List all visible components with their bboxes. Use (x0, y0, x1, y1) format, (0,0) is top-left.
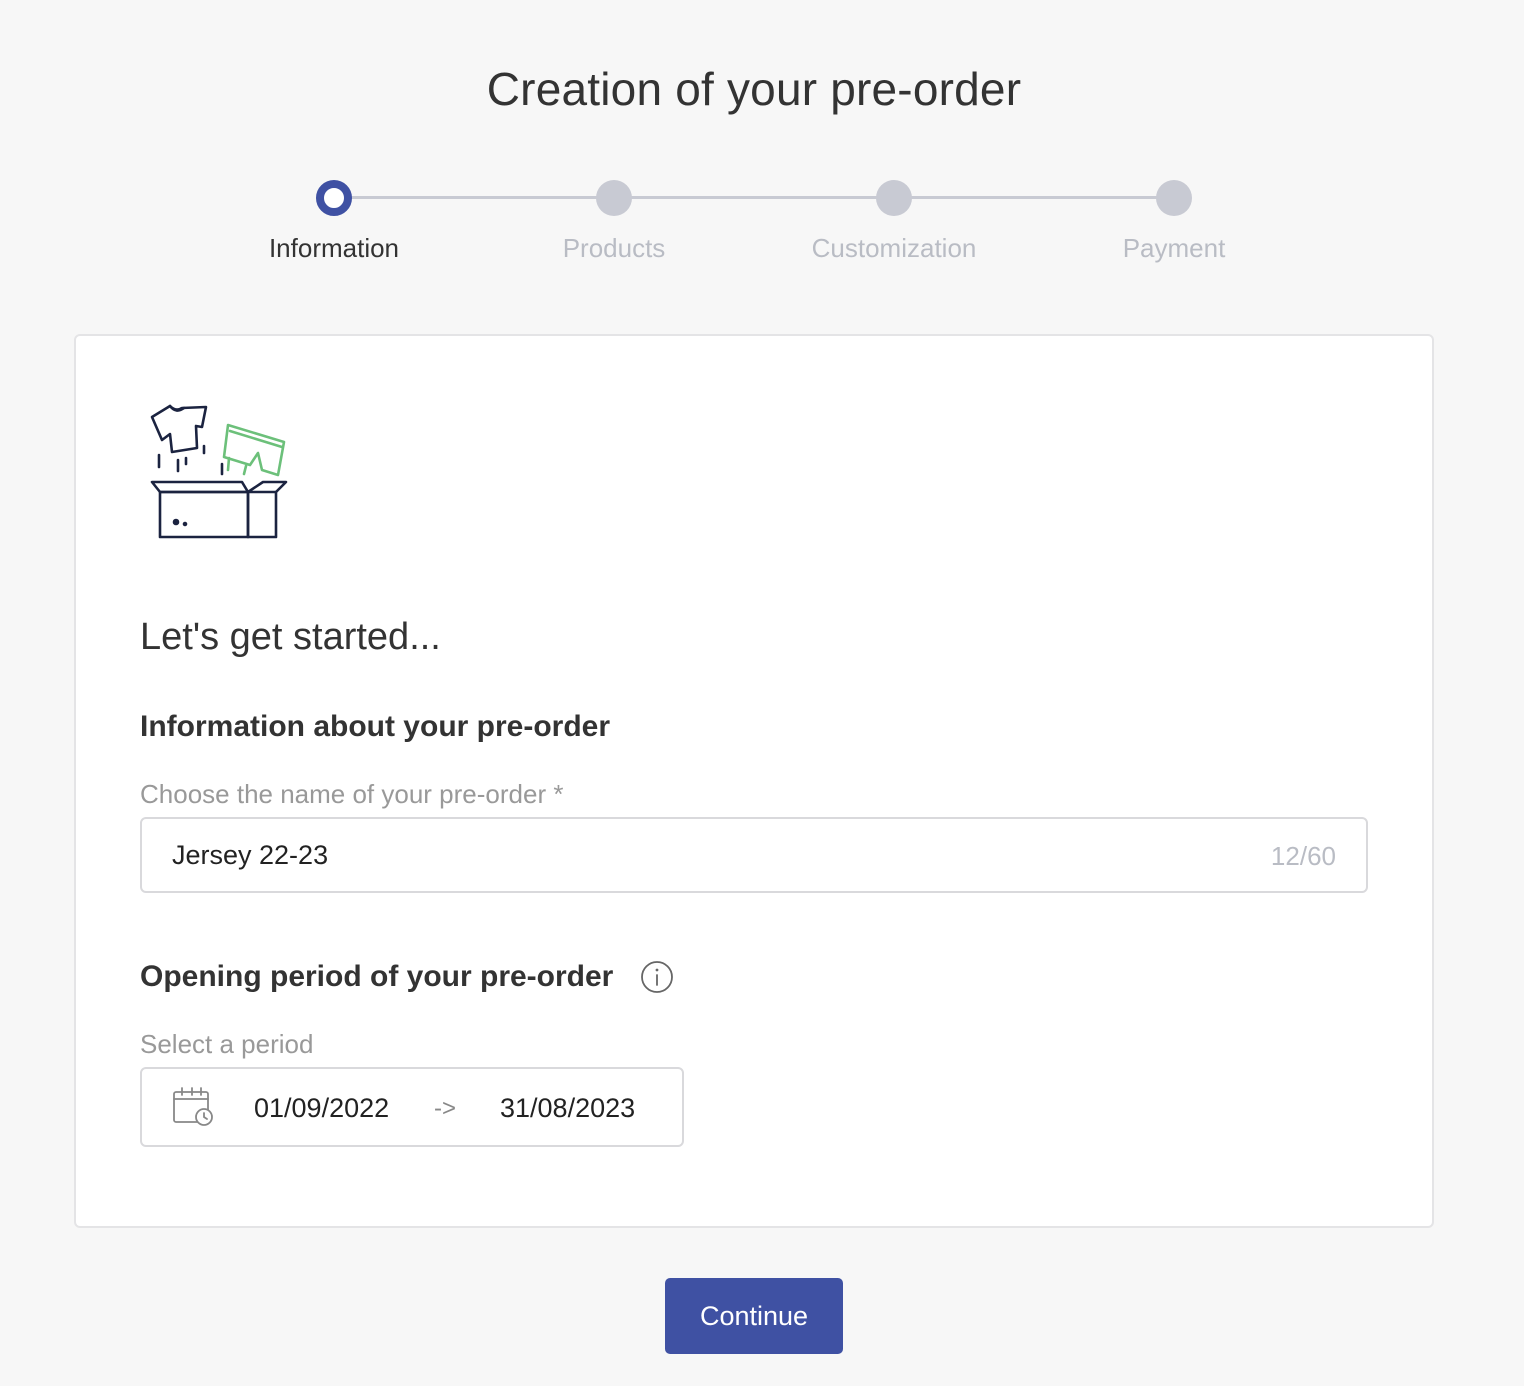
continue-button[interactable]: Continue (665, 1278, 843, 1354)
char-counter: 12/60 (1270, 841, 1336, 871)
calendar-clock-icon (173, 1087, 213, 1126)
box-with-clothes-icon (150, 404, 288, 539)
period-start-date[interactable]: 01/09/2022 (254, 1093, 389, 1124)
pre-order-creation-page: Creation of your pre-order Information P… (0, 0, 1524, 1386)
step-label-products[interactable]: Products (494, 233, 734, 264)
name-field[interactable]: 12/60 (140, 817, 1368, 893)
step-label-customization[interactable]: Customization (774, 233, 1014, 264)
info-section-heading: Information about your pre-order (140, 710, 611, 743)
information-card: Let's get started... Information about y… (74, 334, 1434, 1228)
step-dot-information[interactable] (316, 180, 352, 216)
step-dot-products[interactable] (596, 180, 632, 216)
stepper-track (334, 196, 1174, 199)
period-field-label: Select a period (140, 1029, 314, 1059)
period-picker[interactable]: 01/09/2022 -> 31/08/2023 (140, 1067, 684, 1147)
name-field-label: Choose the name of your pre-order * (140, 779, 564, 809)
period-end-date[interactable]: 31/08/2023 (500, 1093, 635, 1124)
step-label-information[interactable]: Information (214, 233, 454, 264)
step-dot-customization[interactable] (876, 180, 912, 216)
page-title: Creation of your pre-order (486, 63, 1022, 115)
info-icon[interactable] (640, 960, 674, 994)
period-section-heading: Opening period of your pre-order (140, 960, 614, 993)
step-label-payment[interactable]: Payment (1054, 233, 1294, 264)
period-arrow: -> (434, 1095, 457, 1122)
name-input[interactable] (172, 819, 1252, 891)
step-dot-payment[interactable] (1156, 180, 1192, 216)
intro-heading: Let's get started... (140, 616, 441, 658)
